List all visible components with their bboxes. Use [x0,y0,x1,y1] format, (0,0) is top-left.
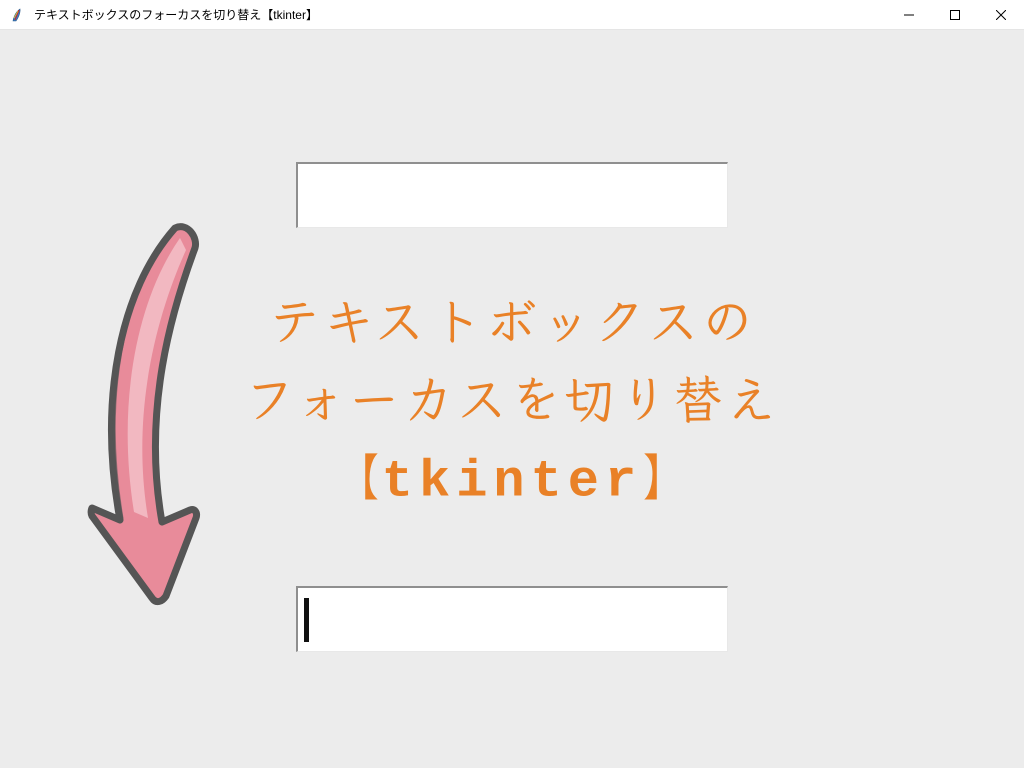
window-title: テキストボックスのフォーカスを切り替え【tkinter】 [34,6,886,23]
minimize-button[interactable] [886,0,932,29]
close-button[interactable] [978,0,1024,29]
client-area: テキストボックスの フォーカスを切り替え 【tkinter】 [0,30,1024,768]
tk-feather-icon [10,7,26,23]
overlay-line-3: 【tkinter】 [244,435,780,522]
titlebar: テキストボックスのフォーカスを切り替え【tkinter】 [0,0,1024,30]
arrow-illustration [80,220,240,610]
textbox-bottom[interactable] [296,586,728,652]
overlay-caption: テキストボックスの フォーカスを切り替え 【tkinter】 [244,279,780,522]
textbox-top[interactable] [296,162,728,228]
overlay-line-1: テキストボックスの [244,279,780,357]
text-caret [304,598,309,642]
maximize-button[interactable] [932,0,978,29]
window-controls [886,0,1024,29]
overlay-line-2: フォーカスを切り替え [244,357,780,435]
